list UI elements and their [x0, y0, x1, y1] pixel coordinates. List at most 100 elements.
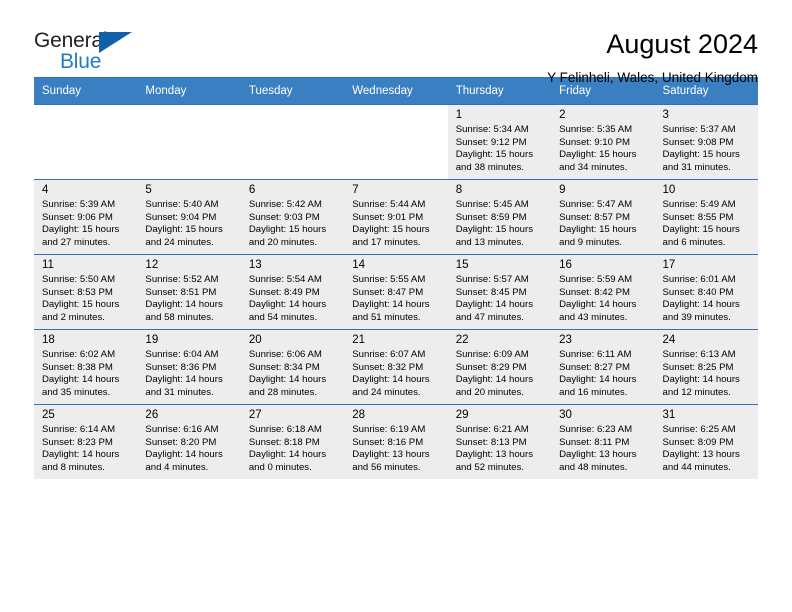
day-cell-inner: 22 Sunrise: 6:09 AM Sunset: 8:29 PM Dayligh… — [447, 330, 552, 404]
sunrise-time: Sunrise: 6:02 AM — [42, 349, 116, 360]
day-number: 18 — [42, 334, 55, 346]
sunset-time: Sunset: 8:59 PM — [455, 211, 527, 223]
daylight-duration-line2: and 2 minutes. — [42, 311, 105, 323]
day-cell-inner — [344, 105, 447, 179]
calendar-day-cell[interactable]: 2 Sunrise: 5:35 AM Sunset: 9:10 PM Daylight… — [551, 104, 655, 180]
calendar-day-cell[interactable]: 19 Sunrise: 6:04 AM Sunset: 8:36 PM Dayligh… — [137, 329, 241, 405]
calendar-day-cell[interactable]: 13 Sunrise: 5:54 AM Sunset: 8:49 PM Dayligh… — [240, 254, 345, 330]
daylight-duration-line1: Daylight: 14 hours — [662, 299, 740, 311]
daylight-duration-line1: Daylight: 15 hours — [662, 149, 740, 161]
daylight-duration-line1: Daylight: 15 hours — [559, 149, 637, 161]
calendar-day-cell[interactable]: 7 Sunrise: 5:44 AM Sunset: 9:01 PM Daylight… — [344, 179, 448, 255]
sunset-time: Sunset: 9:10 PM — [559, 136, 631, 148]
daylight-duration-line1: Daylight: 15 hours — [662, 224, 740, 236]
daylight-duration-line1: Daylight: 13 hours — [662, 449, 740, 461]
sunrise-time: Sunrise: 5:57 AM — [455, 274, 529, 285]
sunrise-time: Sunrise: 6:04 AM — [145, 349, 219, 360]
calendar-day-cell[interactable]: 20 Sunrise: 6:06 AM Sunset: 8:34 PM Dayligh… — [240, 329, 345, 405]
calendar-day-cell[interactable]: 25 Sunrise: 6:14 AM Sunset: 8:23 PM Dayligh… — [34, 404, 138, 479]
day-cell-inner: 28 Sunrise: 6:19 AM Sunset: 8:16 PM Dayligh… — [344, 405, 448, 479]
day-number: 13 — [248, 259, 262, 271]
sunset-time: Sunset: 8:45 PM — [455, 286, 527, 298]
day-number: 1 — [455, 109, 463, 121]
day-number: 6 — [248, 184, 256, 196]
day-sun-info: Sunrise: 6:04 AM Sunset: 8:36 PM Daylight:… — [145, 349, 232, 399]
sunset-time: Sunset: 8:09 PM — [662, 436, 734, 448]
sunrise-time: Sunrise: 5:55 AM — [352, 274, 426, 285]
day-cell-inner — [241, 105, 344, 179]
sunrise-time: Sunrise: 6:07 AM — [352, 349, 426, 360]
day-sun-info: Sunrise: 5:37 AM Sunset: 9:08 PM Daylight:… — [663, 124, 750, 174]
calendar-day-cell[interactable]: 29 Sunrise: 6:21 AM Sunset: 8:13 PM Dayligh… — [447, 404, 552, 479]
calendar-week-row: 11 Sunrise: 5:50 AM Sunset: 8:53 PM Dayligh… — [34, 254, 758, 330]
sunset-time: Sunset: 9:03 PM — [248, 211, 320, 223]
daylight-duration-line2: and 52 minutes. — [455, 461, 524, 473]
daylight-duration-line2: and 31 minutes. — [145, 386, 214, 398]
calendar-day-cell[interactable]: 24 Sunrise: 6:13 AM Sunset: 8:25 PM Dayligh… — [654, 329, 758, 405]
day-cell-inner: 5 Sunrise: 5:40 AM Sunset: 9:04 PM Daylight… — [137, 180, 241, 254]
daylight-duration-line1: Daylight: 15 hours — [42, 224, 120, 236]
calendar-day-cell[interactable]: 5 Sunrise: 5:40 AM Sunset: 9:04 PM Daylight… — [137, 179, 241, 255]
daylight-duration-line2: and 20 minutes. — [455, 386, 524, 398]
sunrise-time: Sunrise: 5:47 AM — [559, 199, 633, 210]
general-blue-logo[interactable]: General Blue — [34, 28, 154, 80]
day-sun-info: Sunrise: 5:35 AM Sunset: 9:10 PM Daylight:… — [559, 124, 646, 174]
sunrise-time: Sunrise: 6:19 AM — [352, 424, 426, 435]
daylight-duration-line2: and 17 minutes. — [352, 236, 421, 248]
calendar-page: General Blue August 2024 Y Felinheli, Wa… — [0, 0, 792, 612]
day-sun-info: Sunrise: 6:21 AM Sunset: 8:13 PM Daylight:… — [456, 424, 543, 474]
calendar-day-cell[interactable]: 3 Sunrise: 5:37 AM Sunset: 9:08 PM Daylight… — [654, 104, 758, 180]
sunrise-time: Sunrise: 6:14 AM — [42, 424, 116, 435]
calendar-day-cell[interactable]: 23 Sunrise: 6:11 AM Sunset: 8:27 PM Dayligh… — [551, 329, 655, 405]
day-sun-info: Sunrise: 5:40 AM Sunset: 9:04 PM Daylight:… — [145, 199, 232, 249]
calendar-day-cell[interactable]: 21 Sunrise: 6:07 AM Sunset: 8:32 PM Dayligh… — [344, 329, 448, 405]
day-number: 19 — [145, 334, 159, 346]
sunrise-time: Sunrise: 5:34 AM — [455, 124, 529, 135]
calendar-day-cell[interactable]: 4 Sunrise: 5:39 AM Sunset: 9:06 PM Daylight… — [34, 179, 138, 255]
daylight-duration-line1: Daylight: 14 hours — [145, 449, 223, 461]
calendar-day-cell[interactable]: 15 Sunrise: 5:57 AM Sunset: 8:45 PM Dayligh… — [447, 254, 552, 330]
calendar-day-cell[interactable]: 10 Sunrise: 5:49 AM Sunset: 8:55 PM Dayligh… — [654, 179, 758, 255]
daylight-duration-line1: Daylight: 14 hours — [145, 299, 223, 311]
weekday-header-thursday: Thursday — [447, 77, 552, 105]
calendar-day-cell[interactable]: 8 Sunrise: 5:45 AM Sunset: 8:59 PM Daylight… — [447, 179, 552, 255]
daylight-duration-line1: Daylight: 15 hours — [559, 224, 637, 236]
daylight-duration-line2: and 20 minutes. — [248, 236, 318, 248]
calendar-day-cell[interactable]: 31 Sunrise: 6:25 AM Sunset: 8:09 PM Dayligh… — [654, 404, 758, 479]
calendar-day-cell[interactable]: 14 Sunrise: 5:55 AM Sunset: 8:47 PM Dayligh… — [344, 254, 448, 330]
calendar-day-cell[interactable]: 1 Sunrise: 5:34 AM Sunset: 9:12 PM Daylight… — [447, 104, 552, 180]
day-cell-inner: 21 Sunrise: 6:07 AM Sunset: 8:32 PM Dayligh… — [344, 330, 448, 404]
day-cell-inner: 20 Sunrise: 6:06 AM Sunset: 8:34 PM Dayligh… — [240, 330, 345, 404]
calendar-day-cell[interactable]: 12 Sunrise: 5:52 AM Sunset: 8:51 PM Dayligh… — [137, 254, 241, 330]
calendar-day-cell-empty — [240, 104, 345, 180]
calendar-day-cell[interactable]: 6 Sunrise: 5:42 AM Sunset: 9:03 PM Daylight… — [240, 179, 345, 255]
day-sun-info: Sunrise: 5:57 AM Sunset: 8:45 PM Daylight:… — [456, 274, 543, 324]
calendar-day-cell[interactable]: 22 Sunrise: 6:09 AM Sunset: 8:29 PM Dayligh… — [447, 329, 552, 405]
calendar-day-cell[interactable]: 27 Sunrise: 6:18 AM Sunset: 8:18 PM Dayligh… — [240, 404, 345, 479]
calendar-day-cell[interactable]: 11 Sunrise: 5:50 AM Sunset: 8:53 PM Dayligh… — [34, 254, 138, 330]
day-cell-inner: 23 Sunrise: 6:11 AM Sunset: 8:27 PM Dayligh… — [551, 330, 655, 404]
daylight-duration-line2: and 12 minutes. — [662, 386, 731, 398]
calendar-day-cell[interactable]: 9 Sunrise: 5:47 AM Sunset: 8:57 PM Daylight… — [551, 179, 655, 255]
sunrise-time: Sunrise: 6:13 AM — [662, 349, 736, 360]
page-header: General Blue August 2024 Y Felinheli, Wa… — [34, 0, 758, 85]
calendar-day-cell[interactable]: 28 Sunrise: 6:19 AM Sunset: 8:16 PM Dayligh… — [344, 404, 448, 479]
daylight-duration-line2: and 35 minutes. — [42, 386, 111, 398]
calendar-day-cell[interactable]: 16 Sunrise: 5:59 AM Sunset: 8:42 PM Dayligh… — [551, 254, 655, 330]
calendar-day-cell[interactable]: 17 Sunrise: 6:01 AM Sunset: 8:40 PM Dayligh… — [654, 254, 758, 330]
day-cell-inner — [137, 105, 240, 179]
sunset-time: Sunset: 8:36 PM — [145, 361, 217, 373]
weekday-header-sunday: Sunday — [34, 77, 138, 105]
day-number: 12 — [145, 259, 159, 271]
day-sun-info: Sunrise: 5:34 AM Sunset: 9:12 PM Daylight:… — [456, 124, 543, 174]
day-sun-info: Sunrise: 6:16 AM Sunset: 8:20 PM Daylight:… — [145, 424, 232, 474]
calendar-day-cell[interactable]: 30 Sunrise: 6:23 AM Sunset: 8:11 PM Dayligh… — [551, 404, 655, 479]
day-sun-info: Sunrise: 5:52 AM Sunset: 8:51 PM Daylight:… — [145, 274, 232, 324]
calendar-day-cell[interactable]: 26 Sunrise: 6:16 AM Sunset: 8:20 PM Dayligh… — [137, 404, 241, 479]
day-cell-inner: 4 Sunrise: 5:39 AM Sunset: 9:06 PM Daylight… — [34, 180, 138, 254]
day-number: 23 — [559, 334, 572, 346]
day-cell-inner: 24 Sunrise: 6:13 AM Sunset: 8:25 PM Dayligh… — [654, 330, 758, 404]
daylight-duration-line2: and 44 minutes. — [662, 461, 731, 473]
calendar-day-cell[interactable]: 18 Sunrise: 6:02 AM Sunset: 8:38 PM Dayligh… — [34, 329, 138, 405]
sunrise-time: Sunrise: 5:44 AM — [352, 199, 426, 210]
